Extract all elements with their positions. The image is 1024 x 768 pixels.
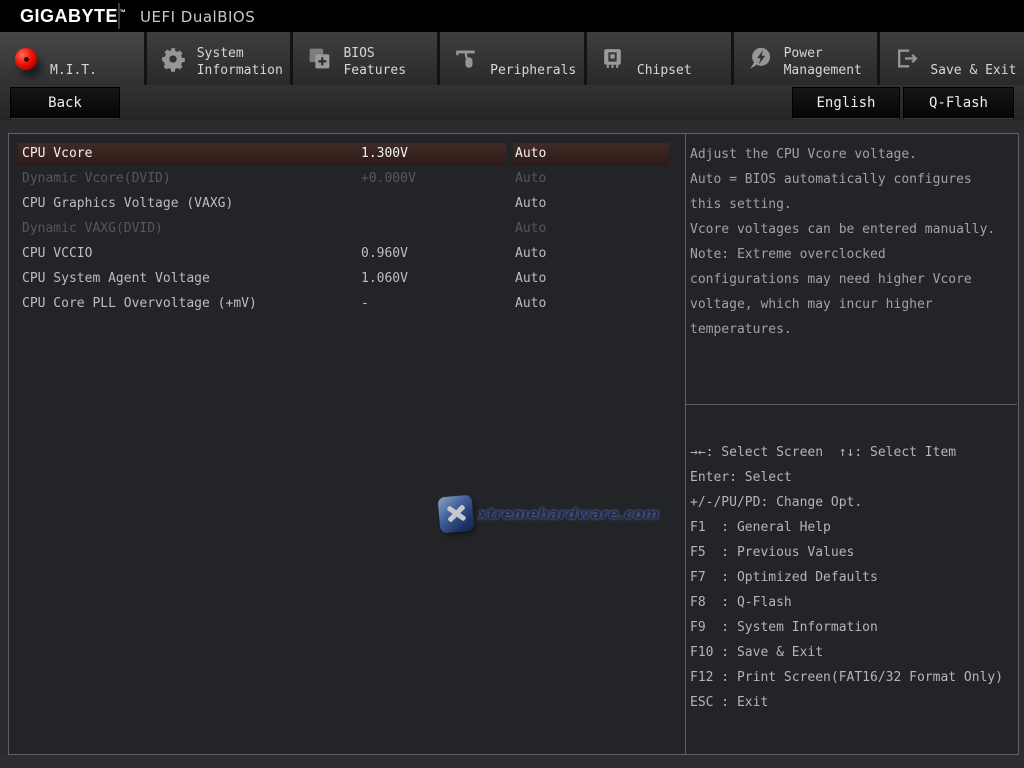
tab-mit[interactable]: M.I.T. (0, 32, 144, 85)
settings-list: CPU Vcore 1.300V Auto Dynamic Vcore(DVID… (9, 143, 685, 318)
setting-row-cpu-vccio[interactable]: CPU VCCIO 0.960V Auto (9, 243, 685, 268)
setting-row-dynamic-vaxg: Dynamic VAXG(DVID) Auto (9, 218, 685, 243)
setting-value: 0.960V (361, 246, 408, 261)
help-line: Adjust the CPU Vcore voltage. (690, 147, 917, 162)
help-line: this setting. (690, 197, 792, 212)
shortcut-line: Enter: Select (690, 470, 792, 485)
shortcut-line: F8 : Q-Flash (690, 595, 792, 610)
chip-icon (598, 41, 628, 77)
shortcut-line: ESC : Exit (690, 695, 769, 710)
tab-label: System Information (196, 46, 283, 78)
help-line: Note: Extreme overclocked (690, 247, 886, 262)
back-button[interactable]: Back (10, 87, 120, 119)
setting-label: Dynamic VAXG(DVID) (22, 221, 163, 236)
setting-option[interactable]: Auto (515, 196, 546, 211)
tab-label: Save & Exit (930, 63, 1017, 78)
tab-label: BIOS Features (343, 46, 407, 78)
help-divider (686, 404, 1017, 405)
tab-label: Power Management (783, 46, 862, 78)
tab-label: Chipset (636, 63, 692, 78)
setting-row-cpu-system-agent[interactable]: CPU System Agent Voltage 1.060V Auto (9, 268, 685, 293)
watermark: xtremehardware.com (437, 494, 660, 534)
tab-power-management[interactable]: Power Management (733, 32, 878, 85)
setting-value: - (361, 296, 369, 311)
content-panels: CPU Vcore 1.300V Auto Dynamic Vcore(DVID… (8, 133, 1019, 755)
tab-peripherals[interactable]: Peripherals (440, 32, 584, 85)
settings-panel: CPU Vcore 1.300V Auto Dynamic Vcore(DVID… (9, 134, 686, 754)
shortcut-line: F10 : Save & Exit (690, 645, 824, 660)
gear-icon (158, 41, 188, 77)
power-icon (745, 41, 775, 77)
setting-label: CPU System Agent Voltage (22, 271, 210, 286)
setting-option[interactable]: Auto (515, 296, 546, 311)
tab-system-information[interactable]: System Information (146, 32, 291, 85)
mouse-icon (451, 41, 481, 77)
sub-bar: Back English Q-Flash (0, 85, 1024, 120)
help-line: Vcore voltages can be entered manually. (690, 222, 996, 237)
page-title: UEFI DualBIOS (140, 8, 256, 26)
shortcut-line: F1 : General Help (690, 520, 831, 535)
keyboard-shortcuts: →←: Select Screen ↑↓: Select Item Enter:… (690, 440, 1016, 715)
shortcut-line: →←: Select Screen ↑↓: Select Item (690, 445, 957, 460)
language-button[interactable]: English (792, 87, 900, 119)
setting-label: CPU Vcore (22, 146, 93, 161)
setting-label: CPU VCCIO (22, 246, 93, 261)
shortcut-line: +/-/PU/PD: Change Opt. (690, 495, 863, 510)
tab-label: M.I.T. (50, 63, 97, 78)
help-line: voltage, which may incur higher (690, 297, 933, 312)
setting-value: 1.060V (361, 271, 408, 286)
help-panel: Adjust the CPU Vcore voltage. Auto = BIO… (686, 134, 1017, 754)
setting-option: Auto (515, 171, 547, 186)
setting-row-cpu-vcore[interactable]: CPU Vcore 1.300V Auto (9, 143, 685, 168)
setting-option[interactable]: Auto (515, 146, 546, 161)
help-line: Auto = BIOS automatically configures (690, 172, 972, 187)
topbar-divider (118, 3, 120, 29)
shortcut-line: F9 : System Information (690, 620, 878, 635)
setting-row-dynamic-vcore: Dynamic Vcore(DVID) +0.000V Auto (9, 168, 685, 193)
setting-label: Dynamic Vcore(DVID) (22, 171, 171, 186)
setting-row-cpu-graphics-voltage[interactable]: CPU Graphics Voltage (VAXG) Auto (9, 193, 685, 218)
watermark-x-icon (437, 494, 475, 534)
watermark-text: xtremehardware.com (478, 505, 660, 523)
shortcut-line: F5 : Previous Values (690, 545, 855, 560)
tab-chipset[interactable]: Chipset (586, 32, 731, 85)
tab-bios-features[interactable]: BIOS Features (293, 32, 438, 85)
help-line: temperatures. (690, 322, 792, 337)
setting-option[interactable]: Auto (515, 271, 546, 286)
help-text: Adjust the CPU Vcore voltage. Auto = BIO… (690, 142, 1014, 342)
setting-label: CPU Graphics Voltage (VAXG) (22, 196, 234, 211)
setting-value: 1.300V (361, 146, 408, 161)
setting-label: CPU Core PLL Overvoltage (+mV) (22, 296, 257, 311)
red-ball-icon (15, 47, 37, 70)
exit-icon (891, 41, 921, 77)
help-line: configurations may need higher Vcore (690, 272, 972, 287)
shortcut-line: F7 : Optimized Defaults (690, 570, 878, 585)
bottom-strip (0, 755, 1024, 768)
bios-icon (304, 41, 334, 77)
setting-option[interactable]: Auto (515, 246, 546, 261)
bios-screen: GIGABYTE™ UEFI DualBIOS M.I.T. System Inf… (0, 0, 1024, 768)
setting-option: Auto (515, 221, 547, 236)
qflash-button[interactable]: Q-Flash (903, 87, 1014, 119)
top-bar: GIGABYTE™ UEFI DualBIOS (0, 0, 1024, 32)
tab-save-exit[interactable]: Save & Exit (880, 32, 1024, 85)
setting-value: +0.000V (361, 171, 416, 186)
tab-bar: M.I.T. System Information BIOS Features Pe… (0, 32, 1024, 85)
gigabyte-logo: GIGABYTE™ (20, 6, 127, 26)
shortcut-line: F12 : Print Screen(FAT16/32 Format Only) (690, 670, 1004, 685)
tab-label: Peripherals (490, 63, 577, 78)
setting-row-cpu-core-pll[interactable]: CPU Core PLL Overvoltage (+mV) - Auto (9, 293, 685, 318)
